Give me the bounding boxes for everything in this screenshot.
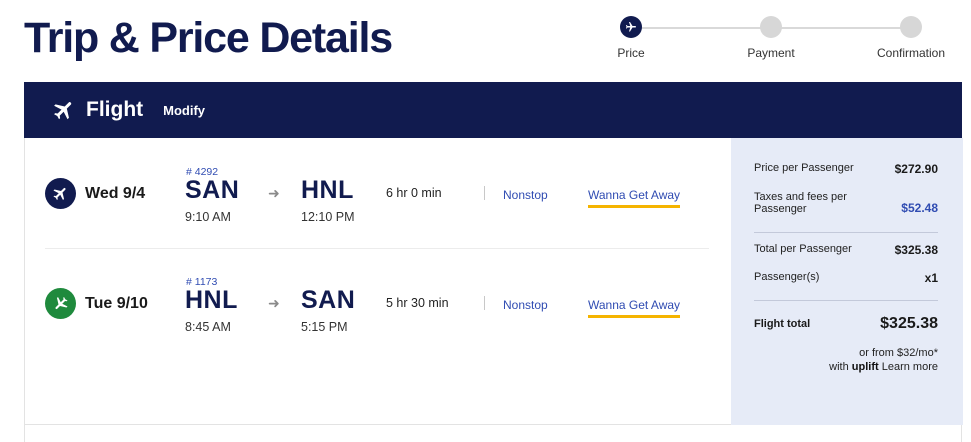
step-label: Price [617, 46, 645, 60]
segment-date: Tue 9/10 [85, 295, 148, 312]
passengers-value: x1 [924, 271, 938, 285]
learn-more-link[interactable]: Learn more [882, 361, 938, 373]
flight-duration: 6 hr 0 min [386, 186, 442, 200]
flight-total-value: $325.38 [880, 315, 938, 332]
origin-code: HNL [185, 286, 238, 314]
divider [484, 186, 485, 200]
modify-link[interactable]: Modify [163, 103, 205, 118]
trip-card: Wed 9/4 # 4292 SAN 9:10 AM ➜ HNL 12:10 P… [24, 138, 963, 425]
taxes-value[interactable]: $52.48 [901, 201, 938, 215]
arrival-time: 5:15 PM [301, 320, 348, 334]
departure-time: 8:45 AM [185, 320, 231, 334]
price-summary-panel: Price per Passenger $272.90 Taxes and fe… [731, 138, 963, 425]
fare-type-link[interactable]: Wanna Get Away [588, 298, 681, 318]
total-per-passenger-row: Total per Passenger $325.38 [754, 243, 938, 257]
step-payment: Payment [726, 16, 816, 60]
total-per-passenger-label: Total per Passenger [754, 243, 852, 255]
step-dot [900, 16, 922, 38]
uplift-logo: uplift [851, 361, 879, 373]
passengers-label: Passenger(s) [754, 271, 820, 283]
taxes-row: Taxes and fees per Passenger $52.48 [754, 191, 938, 215]
flight-segment-outbound: Wed 9/4 # 4292 SAN 9:10 AM ➜ HNL 12:10 P… [25, 138, 715, 248]
segment-date: Wed 9/4 [85, 185, 146, 202]
step-label: Confirmation [876, 46, 946, 60]
divider [484, 296, 485, 310]
total-per-passenger-value: $325.38 [894, 243, 938, 257]
departing-plane-icon [45, 178, 76, 209]
price-per-passenger-label: Price per Passenger [754, 162, 854, 174]
financing-with: with [829, 361, 849, 373]
origin-code: SAN [185, 176, 240, 204]
flight-section-title: Flight [86, 98, 144, 121]
step-confirmation: Confirmation [866, 16, 956, 60]
flight-total-label: Flight total [754, 318, 811, 330]
financing-offer: or from $32/mo* with uplift Learn more [829, 346, 938, 374]
stops-link[interactable]: Nonstop [503, 188, 548, 202]
progress-stepper: Price Payment Confirmation [600, 16, 960, 60]
step-dot [760, 16, 782, 38]
arrival-time: 12:10 PM [301, 210, 355, 224]
price-per-passenger-row: Price per Passenger $272.90 [754, 162, 938, 176]
destination-code: HNL [301, 176, 354, 204]
flight-total-row: Flight total $325.38 [754, 315, 938, 333]
page-title: Trip & Price Details [24, 14, 393, 62]
stops-link[interactable]: Nonstop [503, 298, 548, 312]
step-label: Payment [747, 46, 795, 60]
passengers-row: Passenger(s) x1 [754, 271, 938, 285]
step-active-plane-icon [620, 16, 642, 38]
next-card-edge [24, 425, 962, 442]
destination-code: SAN [301, 286, 356, 314]
flight-segment-return: Tue 9/10 # 1173 HNL 8:45 AM ➜ SAN 5:15 P… [25, 248, 715, 358]
financing-brand-line: with uplift Learn more [829, 360, 938, 374]
arrow-right-icon: ➜ [268, 185, 280, 201]
airplane-icon [52, 98, 76, 122]
price-per-passenger-value: $272.90 [894, 162, 938, 176]
financing-line: or from $32/mo* [859, 347, 938, 359]
divider [754, 232, 938, 233]
taxes-label: Taxes and fees per Passenger [754, 191, 847, 215]
fare-type-link[interactable]: Wanna Get Away [588, 188, 681, 208]
divider [754, 300, 938, 301]
flight-duration: 5 hr 30 min [386, 296, 449, 310]
arrow-right-icon: ➜ [268, 295, 280, 311]
returning-plane-icon [45, 288, 76, 319]
flight-header-bar: Flight Modify [24, 82, 962, 138]
step-price: Price [586, 16, 676, 60]
departure-time: 9:10 AM [185, 210, 231, 224]
